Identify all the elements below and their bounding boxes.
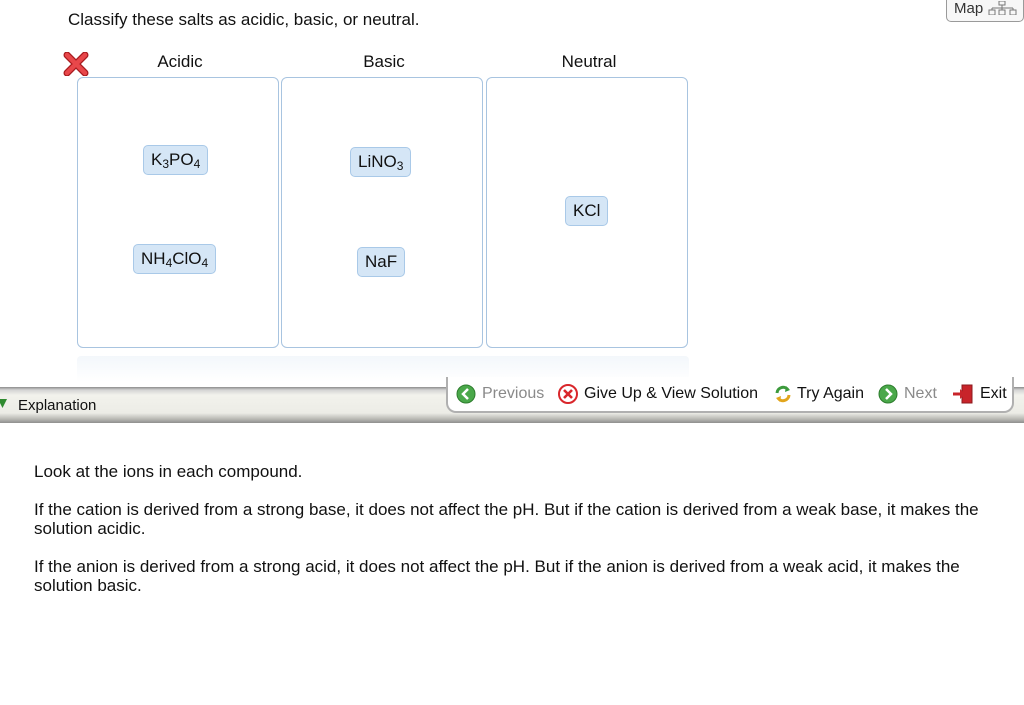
try-again-refresh-icon	[775, 385, 791, 403]
explanation-paragraph: If the anion is derived from a strong ac…	[34, 557, 960, 595]
try-again-button[interactable]: Try Again	[773, 383, 868, 405]
map-hierarchy-icon	[988, 1, 1017, 15]
salt-chip-lino3[interactable]: LiNO3	[350, 147, 412, 177]
salt-chip-kcl[interactable]: KCl	[565, 196, 609, 226]
next-button[interactable]: Next	[878, 383, 942, 405]
column-heading-neutral: Neutral	[561, 52, 617, 71]
explanation-paragraph: If the cation is derived from a strong b…	[34, 500, 979, 538]
drop-zone-acidic[interactable]	[77, 77, 279, 348]
collapse-triangle-icon	[0, 399, 7, 408]
chip-subscript: 4	[193, 157, 201, 171]
try-again-label: Try Again	[797, 385, 864, 402]
explanation-paragraph: Look at the ions in each compound.	[34, 462, 303, 481]
previous-arrow-icon	[456, 384, 476, 404]
drop-zone-basic[interactable]	[281, 77, 483, 348]
salt-chip-k3po4[interactable]: K3PO4	[143, 145, 209, 175]
exit-label: Exit	[980, 385, 1007, 402]
column-heading-basic: Basic	[363, 52, 405, 71]
chip-text: KCl	[573, 201, 601, 220]
chip-text: ClO	[172, 249, 202, 268]
chip-text: NaF	[365, 252, 398, 271]
next-label: Next	[904, 385, 937, 402]
explanation-text: Look at the ions in each compound. If th…	[34, 462, 994, 614]
previous-button[interactable]: Previous	[456, 383, 548, 405]
chip-text: PO	[169, 150, 194, 169]
give-up-label: Give Up & View Solution	[584, 385, 759, 402]
salt-chip-naf[interactable]: NaF	[357, 247, 406, 277]
give-up-x-icon	[558, 384, 578, 404]
chip-subscript: 4	[201, 256, 209, 270]
map-button-label: Map	[954, 0, 984, 17]
question-text: Classify these salts as acidic, basic, o…	[68, 10, 420, 29]
chip-text: NH	[141, 249, 166, 268]
salt-chip-nh4clo4[interactable]: NH4ClO4	[133, 244, 217, 274]
previous-label: Previous	[482, 385, 545, 402]
column-heading-acidic: Acidic	[157, 52, 203, 71]
map-button[interactable]: Map	[946, 0, 1024, 22]
chip-subscript: 3	[396, 159, 404, 173]
navigation-toolbar: Previous Give Up & View Solution Try Aga…	[446, 377, 1014, 413]
next-arrow-icon	[878, 384, 898, 404]
exit-door-icon	[953, 384, 973, 404]
chip-text: K	[151, 150, 163, 169]
give-up-button[interactable]: Give Up & View Solution	[558, 383, 762, 405]
explanation-tab-label: Explanation	[18, 397, 97, 414]
chip-text: LiNO	[358, 152, 397, 171]
exit-button[interactable]: Exit	[952, 383, 1010, 405]
